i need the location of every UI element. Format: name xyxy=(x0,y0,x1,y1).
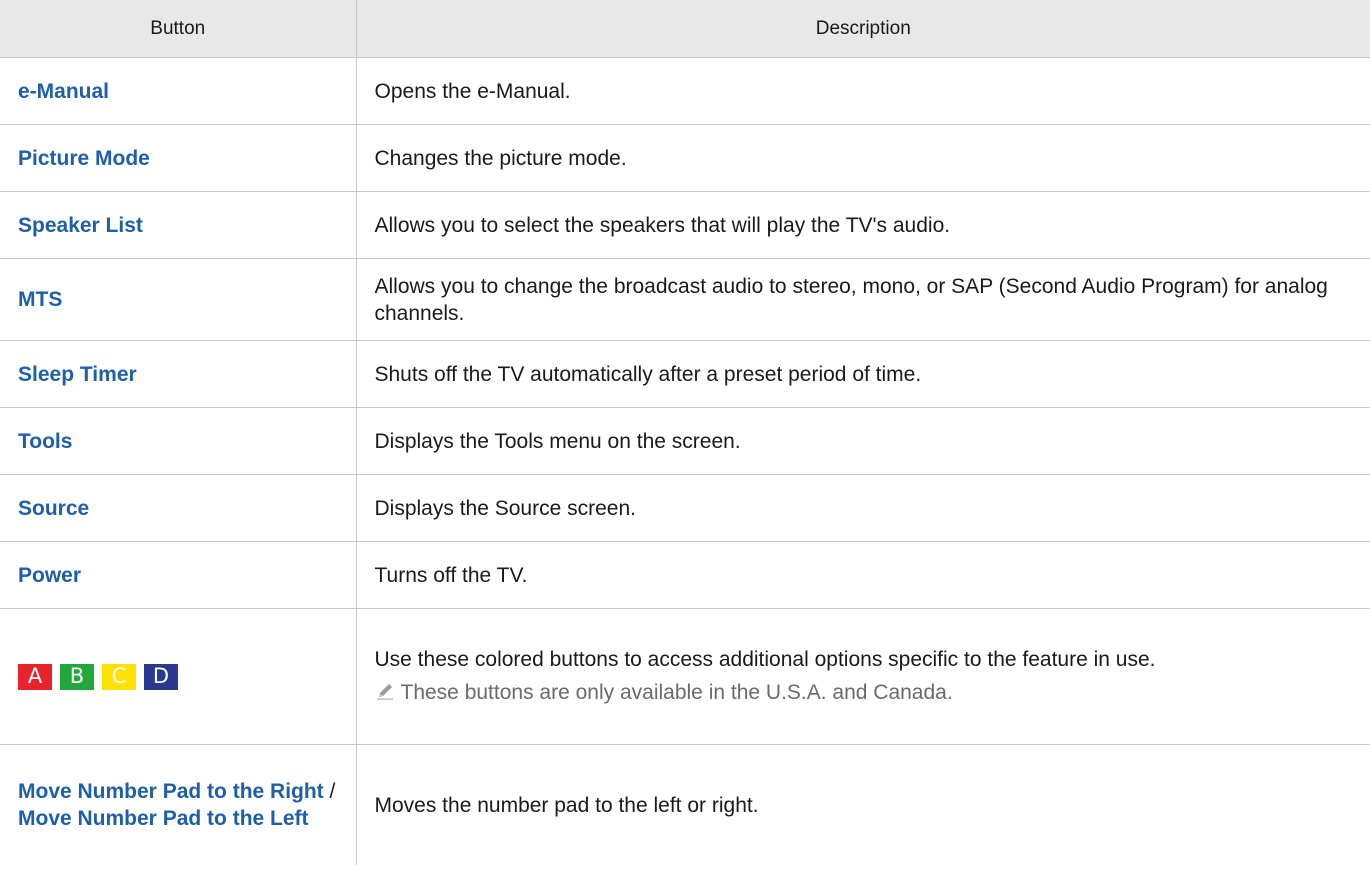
availability-note: These buttons are only available in the … xyxy=(375,679,1353,708)
header-button: Button xyxy=(0,0,357,58)
color-keys-description-cell: Use these colored buttons to access addi… xyxy=(355,608,1370,745)
table-row: Move Number Pad to the Right / Move Numb… xyxy=(0,744,1370,865)
number-pad-button-name: Move Number Pad to the Right / Move Numb… xyxy=(0,744,357,865)
color-key-b: B xyxy=(60,663,94,690)
table-row: Sleep Timer Shuts off the TV automatical… xyxy=(0,340,1370,408)
color-keys-description: Use these colored buttons to access addi… xyxy=(374,647,1156,671)
button-description: Changes the picture mode. xyxy=(355,124,1370,192)
table-row: Source Displays the Source screen. xyxy=(0,474,1370,542)
table-row: e-Manual Opens the e-Manual. xyxy=(0,57,1370,125)
move-left-label: Move Number Pad to the Left xyxy=(18,807,309,830)
table-row: Speaker List Allows you to select the sp… xyxy=(0,191,1370,259)
table-header-row: Button Description xyxy=(0,0,1370,58)
button-name: Sleep Timer xyxy=(0,340,357,408)
button-name: Power xyxy=(0,541,357,609)
note-text: These buttons are only available in the … xyxy=(400,680,953,704)
button-name: Tools xyxy=(0,407,357,475)
color-key-c: C xyxy=(102,663,136,690)
button-description: Moves the number pad to the left or righ… xyxy=(355,744,1370,865)
button-description: Displays the Source screen. xyxy=(355,474,1370,542)
button-name: MTS xyxy=(0,258,357,341)
button-name: Speaker List xyxy=(0,191,357,259)
table-row-color-keys: A B C D Use these colored buttons to acc… xyxy=(0,608,1370,745)
color-keys-cell: A B C D xyxy=(0,608,357,745)
color-key-d: D xyxy=(144,663,178,690)
button-description: Opens the e-Manual. xyxy=(355,57,1370,125)
table-row: MTS Allows you to change the broadcast a… xyxy=(0,258,1370,341)
button-name: e-Manual xyxy=(0,57,357,125)
button-description: Displays the Tools menu on the screen. xyxy=(355,407,1370,475)
label-separator: / xyxy=(323,780,336,803)
header-description: Description xyxy=(355,0,1370,58)
remote-buttons-table: Button Description e-Manual Opens the e-… xyxy=(0,0,1370,865)
button-name: Source xyxy=(0,474,357,542)
button-description: Allows you to change the broadcast audio… xyxy=(355,258,1370,341)
button-description: Shuts off the TV automatically after a p… xyxy=(355,340,1370,408)
table-row: Tools Displays the Tools menu on the scr… xyxy=(0,407,1370,475)
button-description: Turns off the TV. xyxy=(355,541,1370,609)
table-row: Power Turns off the TV. xyxy=(0,541,1370,609)
pencil-note-icon xyxy=(375,681,397,708)
button-name: Picture Mode xyxy=(0,124,357,192)
move-right-label: Move Number Pad to the Right xyxy=(18,780,324,803)
color-keys: A B C D xyxy=(18,663,338,690)
button-description: Allows you to select the speakers that w… xyxy=(355,191,1370,259)
table-row: Picture Mode Changes the picture mode. xyxy=(0,124,1370,192)
color-key-a: A xyxy=(18,663,52,690)
